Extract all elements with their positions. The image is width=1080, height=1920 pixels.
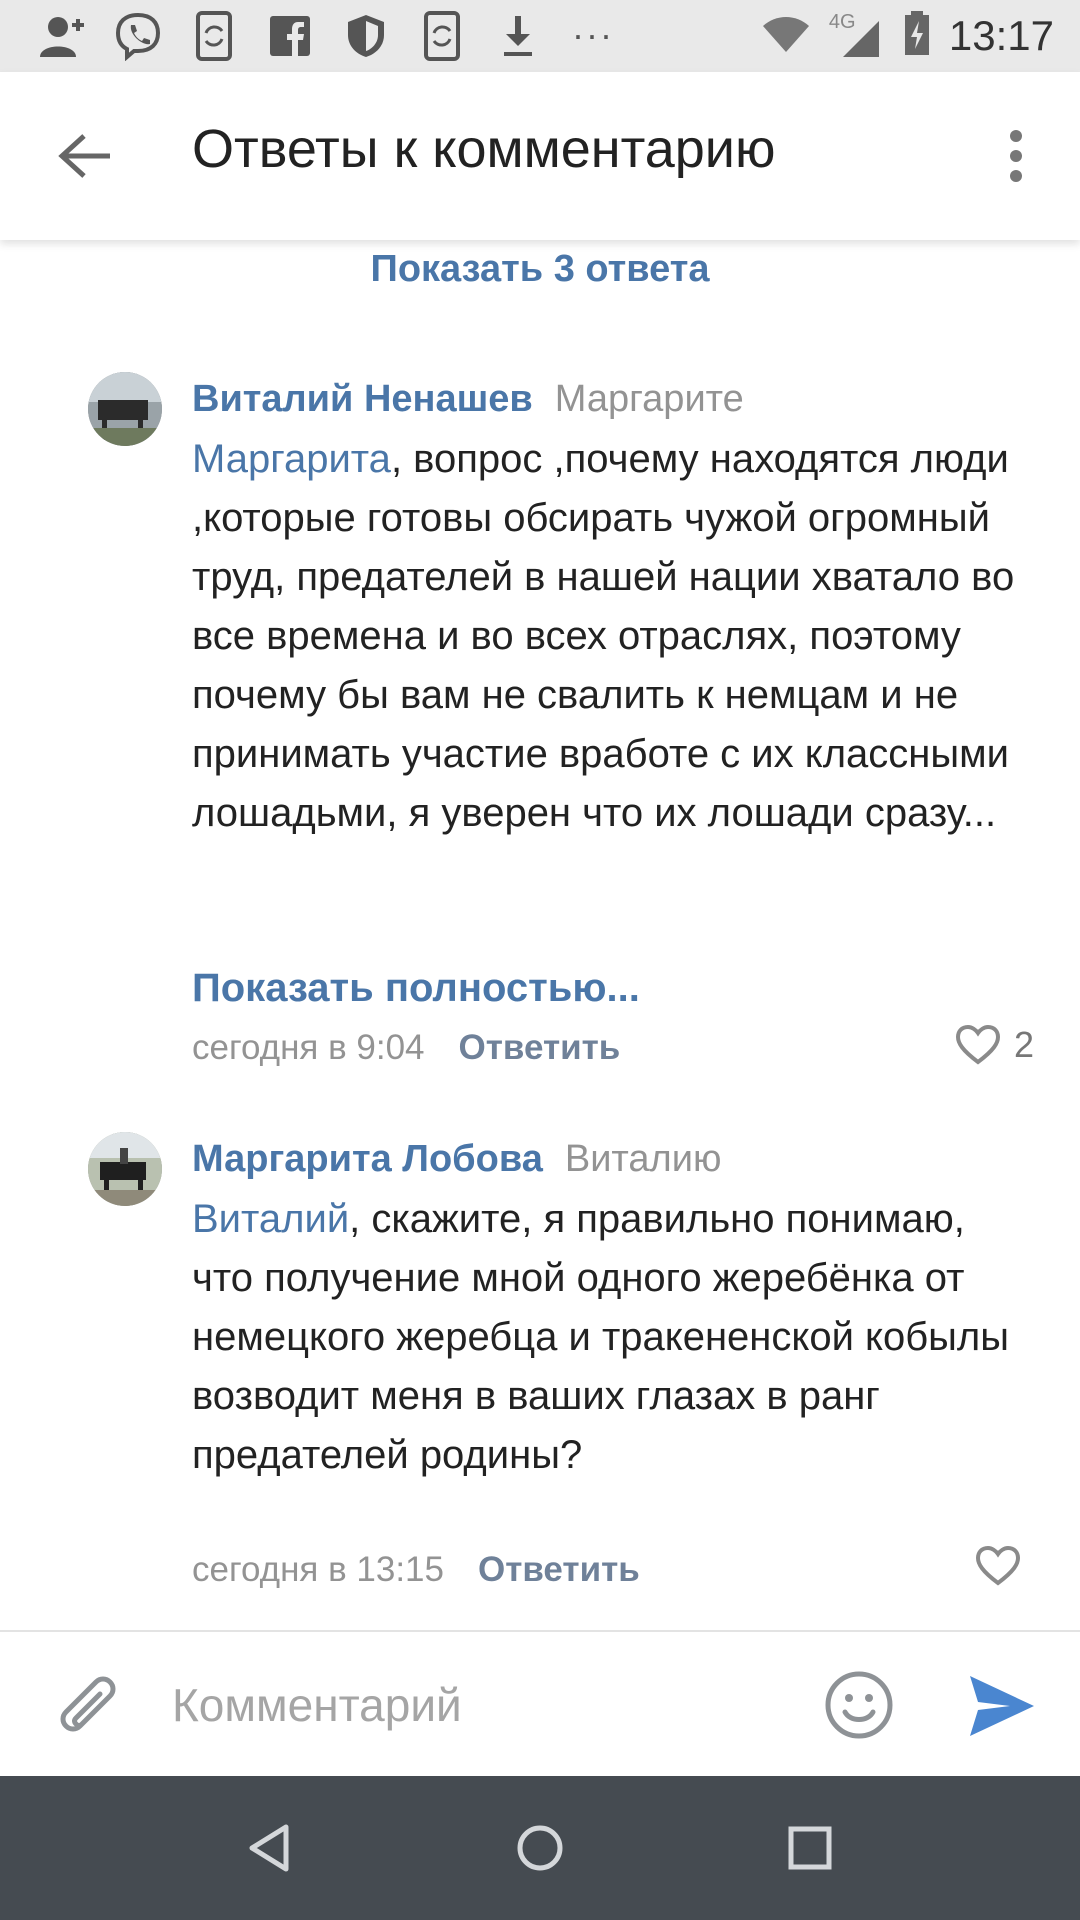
clock: 13:17	[948, 12, 1054, 59]
comment-text: Маргарита, вопрос ,почему находятся люди…	[192, 430, 1032, 843]
more-options-button[interactable]	[992, 116, 1040, 196]
avatar[interactable]	[88, 1132, 162, 1206]
mention-link[interactable]: Маргарита	[192, 437, 391, 481]
arrow-left-icon	[58, 134, 110, 178]
comment-text: Виталий, скажите, я правильно понимаю, ч…	[192, 1190, 1032, 1485]
reply-button[interactable]: Ответить	[478, 1550, 640, 1589]
page-title: Ответы к комментарию	[192, 119, 776, 179]
add-contact-icon	[24, 0, 100, 72]
emoji-button[interactable]	[822, 1668, 896, 1742]
viber-icon	[100, 0, 176, 72]
heart-icon	[976, 1546, 1020, 1586]
like-count: 2	[1013, 1024, 1034, 1065]
overflow-notifications: ···	[572, 14, 614, 55]
cellular-signal-icon: 4G	[829, 11, 885, 61]
facebook-icon	[252, 0, 328, 72]
battery-charging-icon	[903, 10, 931, 62]
comment-input[interactable]	[170, 1666, 774, 1744]
status-bar: ··· 4G 13:17	[0, 0, 1080, 72]
download-icon	[480, 0, 556, 72]
sync-icon	[404, 0, 480, 72]
like-button[interactable]	[976, 1546, 1034, 1586]
send-icon	[970, 1676, 1034, 1736]
wifi-icon	[761, 14, 811, 59]
app-header: Ответы к комментарию	[0, 72, 1080, 240]
show-replies-link[interactable]: Показать 3 ответа	[0, 248, 1080, 291]
comment-timestamp: сегодня в 9:04	[192, 1028, 425, 1067]
show-full-link[interactable]: Показать полностью...	[192, 966, 640, 1011]
triangle-back-icon	[249, 1824, 289, 1872]
circle-home-icon	[517, 1825, 563, 1871]
nav-recents-button[interactable]	[778, 1816, 842, 1880]
like-button[interactable]: 2	[955, 1024, 1034, 1066]
comment-composer	[0, 1630, 1080, 1778]
comment-author[interactable]: Виталий Ненашев	[192, 378, 533, 420]
square-recents-icon	[788, 1826, 832, 1870]
comment-author[interactable]: Маргарита Лобова	[192, 1138, 543, 1180]
mention-link[interactable]: Виталий	[192, 1197, 349, 1241]
smiley-icon	[825, 1671, 893, 1739]
shield-icon	[328, 0, 404, 72]
reply-to-label[interactable]: Виталию	[565, 1138, 722, 1180]
more-vertical-icon	[1010, 130, 1022, 182]
nav-back-button[interactable]	[238, 1816, 302, 1880]
comment-timestamp: сегодня в 13:15	[192, 1550, 444, 1589]
comment-body: , вопрос ,почему находятся люди ,которые…	[192, 437, 1015, 835]
reply-button[interactable]: Ответить	[459, 1028, 621, 1067]
back-button[interactable]	[52, 124, 116, 188]
heart-icon	[955, 1025, 1000, 1065]
reply-to-label[interactable]: Маргарите	[555, 378, 744, 420]
nav-home-button[interactable]	[508, 1816, 572, 1880]
attach-button[interactable]	[50, 1666, 126, 1742]
paperclip-icon	[60, 1676, 116, 1732]
system-nav-bar	[0, 1776, 1080, 1920]
avatar[interactable]	[88, 372, 162, 446]
send-button[interactable]	[966, 1670, 1038, 1742]
sync-icon	[176, 0, 252, 72]
